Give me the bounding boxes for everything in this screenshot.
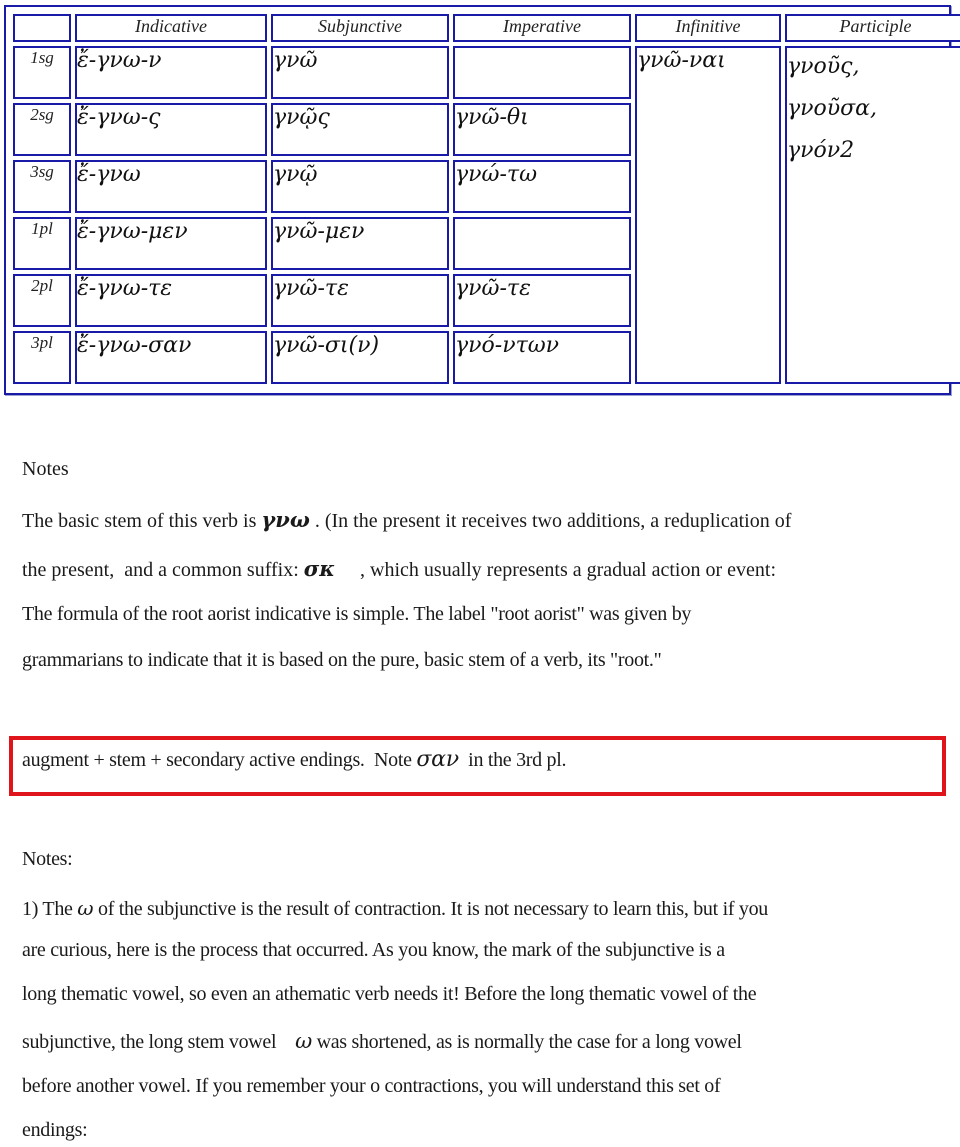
notes-line-2-text-b: , which usually represents a gradual act… (335, 559, 776, 581)
notes2-line-4: subjunctive, the long stem vowel ω was s… (22, 1029, 742, 1054)
imperative-form (453, 217, 631, 270)
notes2-line-1-text-b: of the subjunctive is the result of cont… (93, 898, 768, 920)
indicative-form: ἔ-γνω-ς (75, 103, 267, 156)
notes2-line-4-text-a: subjunctive, the long stem vowel (22, 1031, 296, 1053)
subjunctive-form: γνῶ-τε (271, 274, 449, 327)
greek-stem: γνω (261, 507, 310, 532)
infinitive-form: γνῶ-ναι (635, 46, 781, 384)
imperative-form: γνῶ-τε (453, 274, 631, 327)
header-infinitive: Infinitive (635, 14, 781, 42)
imperative-form (453, 46, 631, 99)
notes-line-2-text-a: the present, and a common suffix: (22, 559, 304, 581)
person-label: 2sg (13, 103, 71, 156)
indicative-form: ἔ-γνω-σαν (75, 331, 267, 384)
imperative-form: γνῶ-θι (453, 103, 631, 156)
notes2-line-1: 1) The ω of the subjunctive is the resul… (22, 896, 768, 921)
header-indicative: Indicative (75, 14, 267, 42)
greek-ending: σαν (416, 747, 459, 772)
notes2-line-6: endings: (22, 1119, 88, 1141)
notes-line-2: the present, and a common suffix: σκ , w… (22, 556, 776, 582)
notes-line-3: The formula of the root aorist indicativ… (22, 603, 692, 625)
notes2-line-3: long thematic vowel, so even an athemati… (22, 983, 757, 1005)
subjunctive-form: γνῶ-μεν (271, 217, 449, 270)
notes2-line-5: before another vowel. If you remember yo… (22, 1075, 721, 1097)
greek-suffix: σκ (303, 556, 336, 581)
imperative-form: γνό-ντων (453, 331, 631, 384)
notes2-line-1-text-a: 1) The (22, 898, 78, 920)
subjunctive-form: γνῶ-σι(ν) (271, 331, 449, 384)
person-label: 3sg (13, 160, 71, 213)
notes-line-1: The basic stem of this verb is γνω . (In… (22, 507, 791, 533)
greek-omega: ω (77, 896, 94, 920)
notes2-heading: Notes: (22, 848, 73, 870)
header-empty (13, 14, 71, 42)
notes2-line-4-text-b: was shortened, as is normally the case f… (311, 1031, 742, 1053)
greek-omega-stem: ω (295, 1029, 312, 1053)
imperative-form: γνώ-τω (453, 160, 631, 213)
table-row: 1sg ἔ-γνω-ν γνῶ γνῶ-ναι γνοῦς, γνοῦσα, γ… (13, 46, 960, 384)
header-imperative: Imperative (453, 14, 631, 42)
subjunctive-form: γνῶ (271, 46, 449, 99)
notes-line-1-text-b: . (In the present it receives two additi… (309, 510, 792, 532)
header-participle: Participle (785, 14, 960, 42)
subjunctive-form: γνῷς (271, 103, 449, 156)
conjugation-table: Indicative Subjunctive Imperative Infini… (9, 10, 960, 388)
notes-line-1-text-a: The basic stem of this verb is (22, 510, 262, 532)
header-subjunctive: Subjunctive (271, 14, 449, 42)
indicative-form: ἔ-γνω-μεν (75, 217, 267, 270)
indicative-form: ἔ-γνω-ν (75, 46, 267, 99)
conjugation-table-frame: Indicative Subjunctive Imperative Infini… (4, 5, 960, 395)
indicative-form: ἔ-γνω (75, 160, 267, 213)
formula-text: augment + stem + secondary active ending… (22, 747, 567, 772)
notes-heading: Notes (22, 458, 69, 480)
notes-line-4: grammarians to indicate that it is based… (22, 649, 662, 671)
person-label: 1pl (13, 217, 71, 270)
person-label: 1sg (13, 46, 71, 99)
participle-forms: γνοῦς, γνοῦσα, γνόν2 (785, 46, 960, 384)
notes2-line-2: are curious, here is the process that oc… (22, 939, 725, 961)
table-header-row: Indicative Subjunctive Imperative Infini… (13, 14, 960, 42)
person-label: 3pl (13, 331, 71, 384)
indicative-form: ἔ-γνω-τε (75, 274, 267, 327)
subjunctive-form: γνῷ (271, 160, 449, 213)
formula-text-b: in the 3rd pl. (458, 749, 567, 771)
formula-text-a: augment + stem + secondary active ending… (22, 749, 417, 771)
person-label: 2pl (13, 274, 71, 327)
